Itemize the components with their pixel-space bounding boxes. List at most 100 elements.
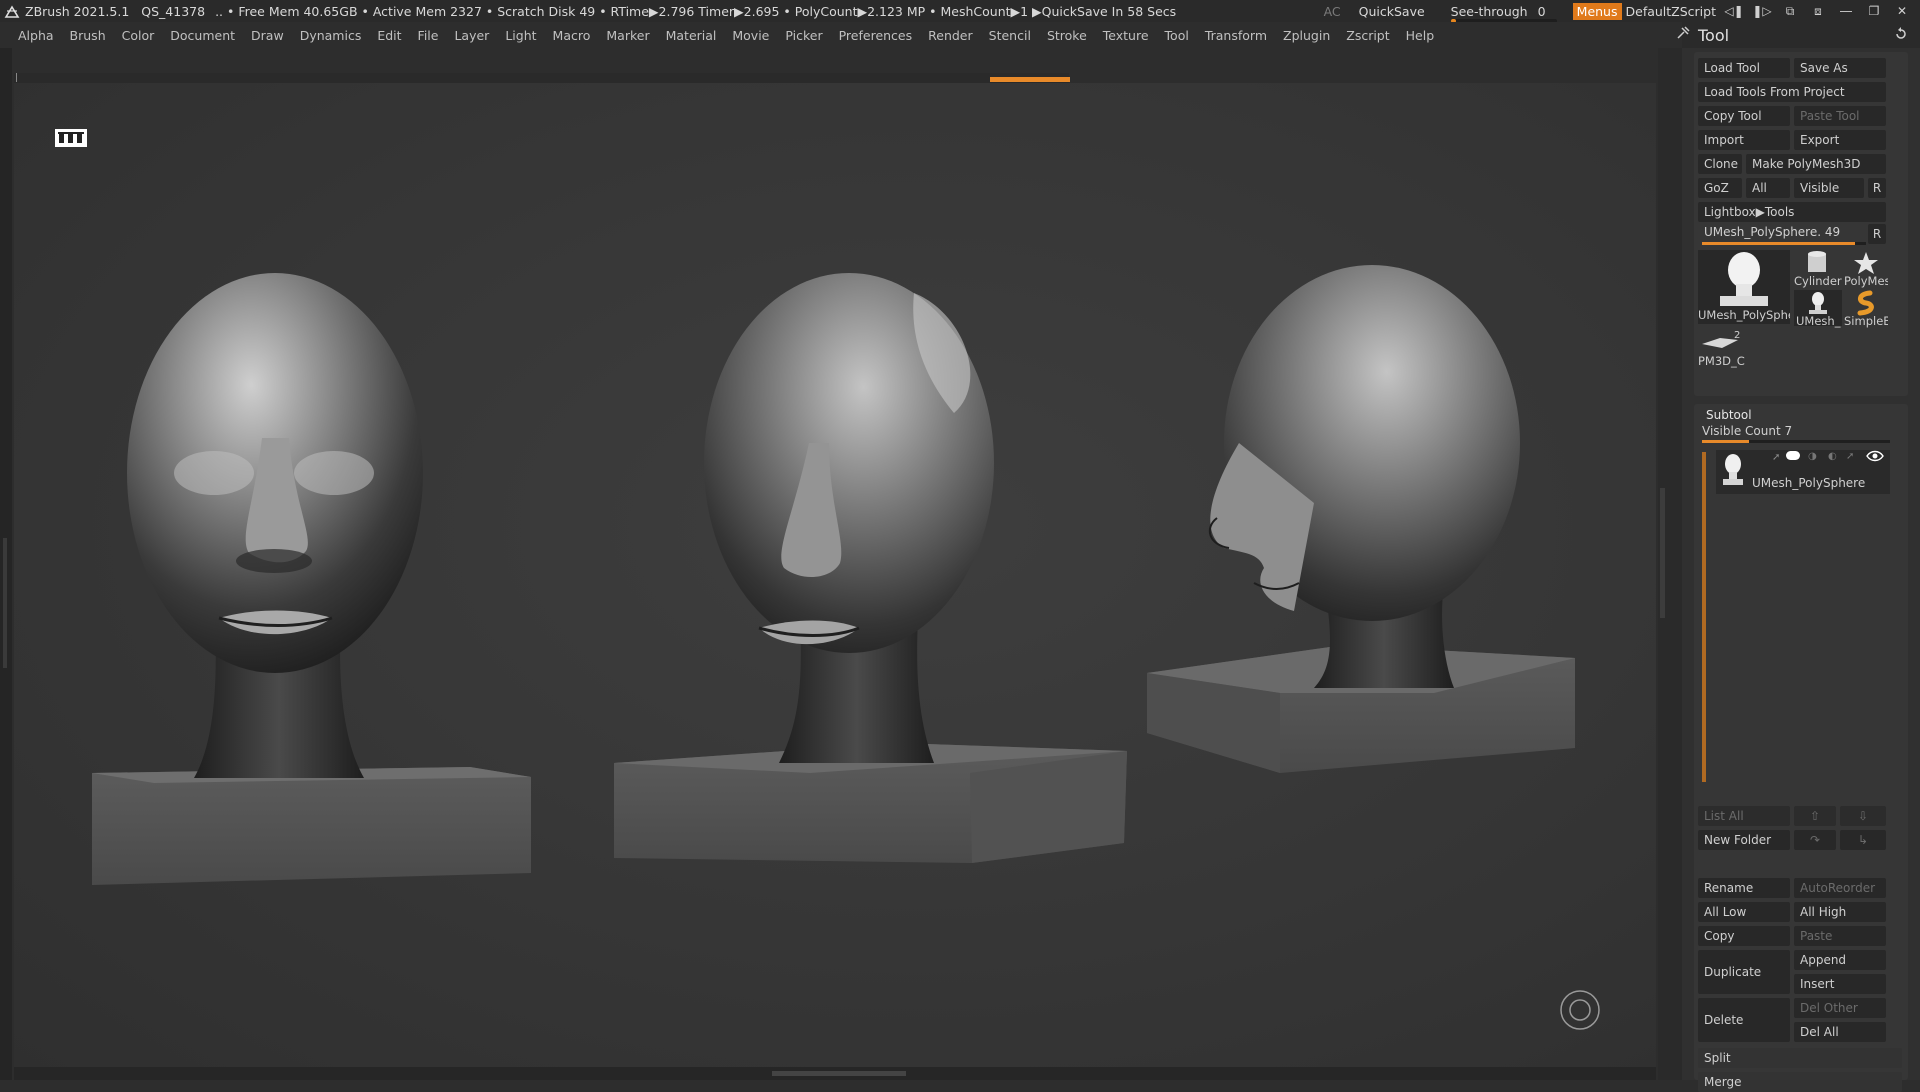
list-all-button[interactable]: List All — [1698, 806, 1790, 826]
subtool-lock-icon[interactable]: ➚ — [1846, 451, 1854, 462]
bottom-shelf-handle[interactable] — [14, 1067, 1656, 1080]
menu-render[interactable]: Render — [928, 28, 973, 43]
ac-button[interactable]: AC — [1324, 4, 1341, 19]
tool-thumb-umesh-polysphere[interactable]: UMesh_PolySphe — [1698, 250, 1790, 324]
subtool-material-icon[interactable]: ◑ — [1808, 451, 1817, 462]
right-tray-divider[interactable] — [1658, 48, 1682, 1080]
goz-button[interactable]: GoZ — [1698, 178, 1742, 198]
subtool-list-scrollbar[interactable] — [1702, 452, 1706, 782]
import-button[interactable]: Import — [1698, 130, 1790, 150]
menu-stroke[interactable]: Stroke — [1047, 28, 1087, 43]
reset-palette-icon[interactable] — [1894, 27, 1908, 41]
copy-subtool-button[interactable]: Copy — [1698, 926, 1790, 946]
duplicate-button[interactable]: Duplicate — [1698, 950, 1790, 994]
current-tool-slider[interactable] — [1702, 242, 1866, 245]
rotate-navigator-icon[interactable] — [1559, 989, 1601, 1031]
menu-movie[interactable]: Movie — [732, 28, 769, 43]
load-tools-from-project-button[interactable]: Load Tools From Project — [1698, 82, 1886, 102]
tool-palette-header[interactable]: Tool — [1677, 22, 1920, 48]
paste-tool-button[interactable]: Paste Tool — [1794, 106, 1886, 126]
tool-thumb-cylinder[interactable]: Cylinder — [1794, 250, 1842, 288]
copy-tool-button[interactable]: Copy Tool — [1698, 106, 1790, 126]
all-low-button[interactable]: All Low — [1698, 902, 1790, 922]
new-folder-button[interactable]: New Folder — [1698, 830, 1790, 850]
goz-r-button[interactable]: R — [1868, 178, 1886, 198]
tray-toggle-icon[interactable]: ❚▷ — [1752, 4, 1772, 18]
subtool-title[interactable]: Subtool — [1706, 408, 1752, 422]
menu-macro[interactable]: Macro — [553, 28, 591, 43]
menu-edit[interactable]: Edit — [377, 28, 401, 43]
menu-layer[interactable]: Layer — [454, 28, 489, 43]
tool-thumb-simplebrush[interactable]: SimpleB — [1844, 290, 1888, 328]
del-other-button[interactable]: Del Other — [1794, 998, 1886, 1018]
default-zscript-button[interactable]: DefaultZScript — [1626, 4, 1717, 19]
goz-all-button[interactable]: All — [1746, 178, 1790, 198]
maximize-icon[interactable]: ❐ — [1864, 4, 1884, 18]
minimize-icon[interactable]: ― — [1836, 4, 1856, 18]
menu-zplugin[interactable]: Zplugin — [1283, 28, 1330, 43]
menu-light[interactable]: Light — [505, 28, 536, 43]
seethrough-slider[interactable]: See-through 0 — [1447, 4, 1565, 23]
subtool-polypaint-toggle-icon[interactable] — [1786, 451, 1800, 460]
menu-help[interactable]: Help — [1406, 28, 1435, 43]
menu-file[interactable]: File — [418, 28, 439, 43]
menu-material[interactable]: Material — [666, 28, 717, 43]
all-high-button[interactable]: All High — [1794, 902, 1886, 922]
split-menu[interactable]: Split — [1698, 1048, 1902, 1068]
subtool-visibility-eye-icon[interactable] — [1866, 450, 1884, 462]
tool-thumb-polymesh[interactable]: PolyMes — [1844, 250, 1888, 288]
current-tool-r-button[interactable]: R — [1868, 224, 1886, 244]
subtool-brush-icon[interactable]: ➚ — [1772, 452, 1780, 463]
menu-stencil[interactable]: Stencil — [989, 28, 1031, 43]
insert-button[interactable]: Insert — [1794, 974, 1886, 994]
menu-texture[interactable]: Texture — [1103, 28, 1149, 43]
subtool-item[interactable]: ➚ ◑ ◐ ➚ UMesh_PolySphere — [1716, 450, 1890, 494]
load-tool-button[interactable]: Load Tool — [1698, 58, 1790, 78]
rename-button[interactable]: Rename — [1698, 878, 1790, 898]
quicksave-button[interactable]: QuickSave — [1359, 4, 1425, 19]
menu-document[interactable]: Document — [170, 28, 235, 43]
tool-palette-pin-icon[interactable] — [1676, 26, 1690, 40]
menu-tool[interactable]: Tool — [1165, 28, 1189, 43]
menu-transform[interactable]: Transform — [1205, 28, 1267, 43]
move-up-arrow-icon[interactable]: ⇧ — [1794, 806, 1836, 826]
timeline-strip[interactable] — [14, 73, 1070, 83]
menu-picker[interactable]: Picker — [785, 28, 822, 43]
goz-visible-button[interactable]: Visible — [1794, 178, 1864, 198]
lightbox-tools-button[interactable]: Lightbox▶Tools — [1698, 202, 1886, 222]
paste-subtool-button[interactable]: Paste — [1794, 926, 1886, 946]
menu-preferences[interactable]: Preferences — [839, 28, 913, 43]
tool-thumb-umesh-small[interactable]: UMesh_ — [1794, 290, 1842, 328]
clone-button[interactable]: Clone — [1698, 154, 1742, 174]
menu-alpha[interactable]: Alpha — [18, 28, 54, 43]
left-tray-collapsed[interactable] — [0, 48, 12, 1080]
close-icon[interactable]: ✕ — [1892, 4, 1912, 18]
append-button[interactable]: Append — [1794, 950, 1886, 970]
move-out-folder-icon[interactable]: ↳ — [1840, 830, 1886, 850]
menus-toggle-button[interactable]: Menus — [1572, 2, 1622, 20]
visible-count-slider[interactable] — [1702, 440, 1890, 443]
layout-icon[interactable]: ⧉ — [1780, 4, 1800, 19]
save-as-button[interactable]: Save As — [1794, 58, 1886, 78]
palette-toggle-icon[interactable]: ◁❚ — [1724, 4, 1744, 18]
right-tray: Tool Load Tool Save As Load Tools From P… — [1677, 22, 1920, 1092]
export-button[interactable]: Export — [1794, 130, 1886, 150]
move-into-folder-icon[interactable]: ↷ — [1794, 830, 1836, 850]
delete-button[interactable]: Delete — [1698, 998, 1790, 1042]
menu-marker[interactable]: Marker — [606, 28, 649, 43]
tool-thumb-pm3d[interactable]: 2 PM3D_C — [1698, 330, 1746, 370]
menu-brush[interactable]: Brush — [70, 28, 106, 43]
autoreorder-button[interactable]: AutoReorder — [1794, 878, 1886, 898]
del-all-button[interactable]: Del All — [1794, 1022, 1886, 1042]
merge-menu[interactable]: Merge — [1698, 1072, 1902, 1092]
move-down-arrow-icon[interactable]: ⇩ — [1840, 806, 1886, 826]
make-polymesh3d-button[interactable]: Make PolyMesh3D — [1746, 154, 1886, 174]
subtool-dynamics-icon[interactable]: ◐ — [1828, 451, 1837, 462]
menu-draw[interactable]: Draw — [251, 28, 284, 43]
menu-zscript[interactable]: Zscript — [1346, 28, 1389, 43]
restore-layout-icon[interactable]: ⧈ — [1808, 4, 1828, 19]
menu-dynamics[interactable]: Dynamics — [300, 28, 362, 43]
menu-color[interactable]: Color — [122, 28, 155, 43]
document-canvas[interactable] — [14, 83, 1656, 1067]
timeline-marker[interactable] — [990, 77, 1070, 82]
